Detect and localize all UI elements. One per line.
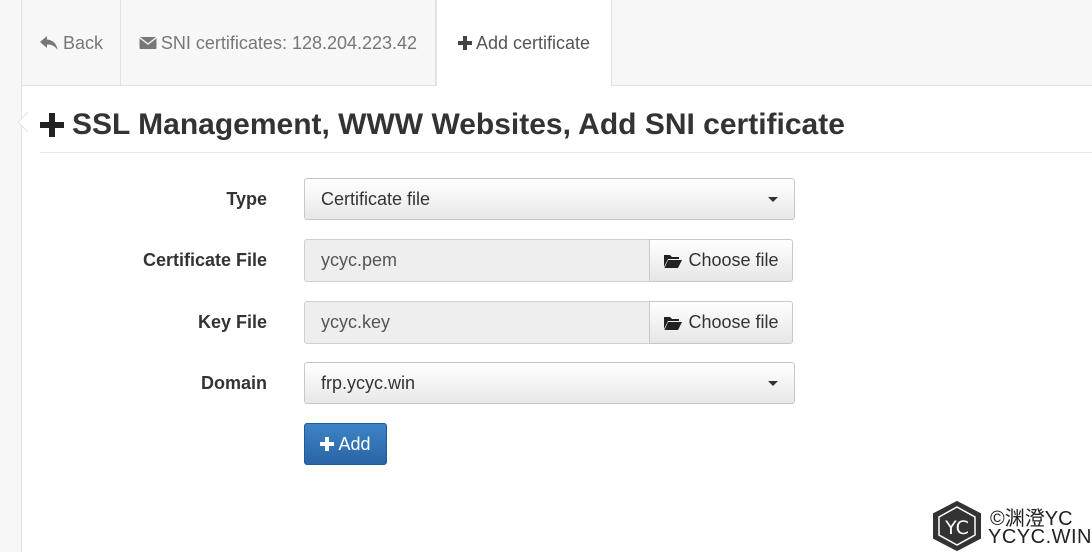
watermark: YC ©渊澄YC YCYC.WIN <box>930 500 1092 552</box>
key-file-label: Key File <box>197 312 267 332</box>
certificate-file-input[interactable]: ycyc.pem <box>304 239 650 282</box>
tab-sni-label: SNI certificates: 128.204.223.42 <box>160 32 418 53</box>
panel-pointer <box>17 110 30 134</box>
key-choose-file-button[interactable]: Choose file <box>649 301 793 344</box>
certificate-file-label: Certificate File <box>142 250 267 270</box>
watermark-line2: YCYC.WIN <box>988 526 1092 548</box>
page-title: SSL Management, WWW Websites, Add SNI ce… <box>40 108 845 142</box>
tab-back[interactable]: Back <box>22 0 121 86</box>
key-file-input[interactable]: ycyc.key <box>304 301 650 344</box>
tab-sni-certificates[interactable]: SNI certificates: 128.204.223.42 <box>121 0 436 86</box>
plus-icon <box>457 36 472 50</box>
envelope-icon <box>138 36 157 49</box>
plus-icon <box>320 437 335 451</box>
add-button[interactable]: Add <box>304 423 387 465</box>
type-select[interactable]: Certificate file <box>304 178 795 220</box>
folder-open-icon <box>664 254 683 268</box>
key-choose-file-label: Choose file <box>688 312 779 332</box>
page-title-text: SSL Management, WWW Websites, Add SNI ce… <box>72 108 845 141</box>
chevron-down-icon <box>768 196 778 202</box>
domain-select-value: frp.ycyc.win <box>321 372 416 393</box>
watermark-logo-text: YC <box>944 517 969 539</box>
type-select-value: Certificate file <box>321 188 431 209</box>
tab-add-certificate[interactable]: Add certificate <box>436 0 612 87</box>
certificate-choose-file-label: Choose file <box>688 250 779 270</box>
domain-select[interactable]: frp.ycyc.win <box>304 362 795 404</box>
certificate-file-value: ycyc.pem <box>321 250 398 270</box>
add-button-label: Add <box>338 433 371 454</box>
key-file-value: ycyc.key <box>321 312 391 332</box>
yc-logo: YC <box>933 500 981 552</box>
type-label: Type <box>226 189 267 209</box>
chevron-down-icon <box>768 380 778 386</box>
tab-bar: Back SNI certificates: 128.204.223.42 Ad… <box>22 0 1092 87</box>
left-gutter <box>0 0 22 552</box>
certificate-choose-file-button[interactable]: Choose file <box>649 239 793 282</box>
folder-open-icon <box>664 316 683 330</box>
reply-icon <box>39 36 58 50</box>
tab-add-label: Add certificate <box>475 32 591 53</box>
title-divider <box>40 152 1092 153</box>
tab-back-label: Back <box>62 32 104 53</box>
domain-label: Domain <box>200 373 267 393</box>
plus-icon <box>40 113 64 137</box>
